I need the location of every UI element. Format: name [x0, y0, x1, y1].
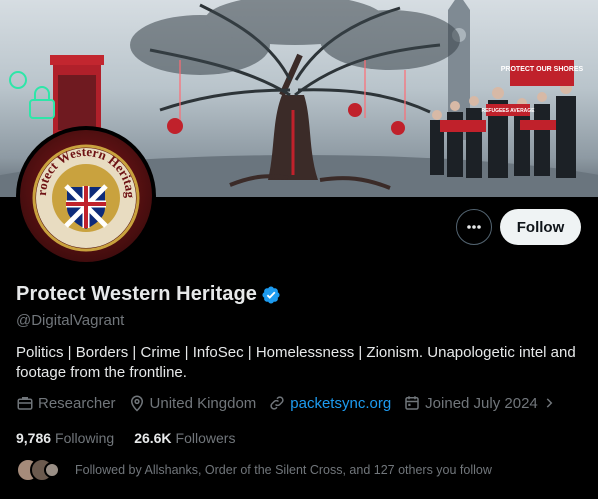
profile-handle: @DigitalVagrant: [16, 312, 125, 329]
profile-name-row: Protect Western Heritage: [16, 283, 281, 306]
avatar: [44, 462, 60, 478]
location-pin-icon: [130, 395, 143, 412]
following-label: Following: [55, 430, 115, 446]
profile-bio: Politics | Borders | Crime | InfoSec | H…: [16, 344, 576, 381]
verified-badge-icon[interactable]: [261, 285, 281, 305]
website-item[interactable]: packetsync.org: [268, 394, 391, 412]
followers-count: 26.6K: [134, 430, 172, 446]
followed-by-row[interactable]: Followed by Allshanks, Order of the Sile…: [16, 458, 492, 482]
following-count: 9,786: [16, 430, 52, 446]
location-item: United Kingdom: [128, 394, 257, 412]
briefcase-icon: [17, 397, 33, 410]
follow-button[interactable]: Follow: [500, 209, 581, 245]
avatar-emblem: Protect Western Heritage: [20, 130, 152, 262]
occupation-label: Researcher: [38, 394, 116, 412]
followers-label: Followers: [175, 430, 236, 446]
occupation-item: Researcher: [16, 394, 116, 412]
followers-count-link[interactable]: 26.6K Followers: [134, 430, 235, 446]
calendar-icon: [405, 396, 419, 410]
location-label: United Kingdom: [149, 394, 257, 412]
more-options-button[interactable]: [456, 209, 492, 245]
website-link[interactable]: packetsync.org: [290, 395, 391, 412]
profile-avatar[interactable]: Protect Western Heritage: [16, 126, 156, 266]
link-icon: [270, 396, 284, 410]
following-count-link[interactable]: 9,786 Following: [16, 430, 114, 446]
more-horizontal-icon: [467, 225, 481, 229]
chevron-right-icon[interactable]: [542, 396, 556, 410]
svg-text:PROTECT OUR SHORES: PROTECT OUR SHORES: [501, 66, 584, 73]
svg-text:REFUGEES AVERAGE: REFUGEES AVERAGE: [481, 108, 535, 114]
profile-meta-row: Researcher United Kingdom packetsync.org…: [16, 394, 572, 412]
joined-label: Joined July 2024: [425, 394, 538, 412]
display-name: Protect Western Heritage: [16, 283, 257, 305]
joined-item[interactable]: Joined July 2024: [403, 394, 560, 412]
followed-by-text: Followed by Allshanks, Order of the Sile…: [75, 463, 492, 477]
follow-counts: 9,786 Following 26.6K Followers: [16, 430, 255, 446]
followed-by-avatars: [16, 458, 68, 482]
